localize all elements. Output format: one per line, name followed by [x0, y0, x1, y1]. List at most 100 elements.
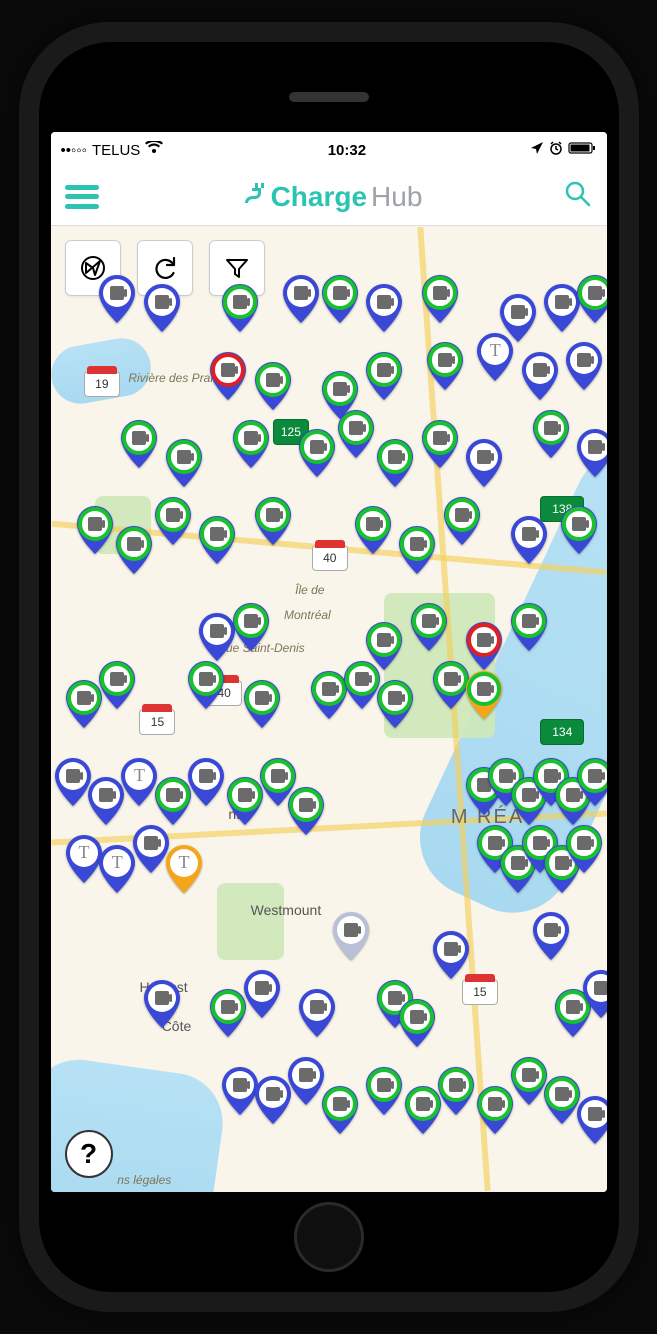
charger-pin[interactable]	[376, 980, 414, 1028]
charger-pin[interactable]	[554, 989, 592, 1037]
charger-pin[interactable]	[343, 661, 381, 709]
charger-pin[interactable]	[432, 661, 470, 709]
charger-pin[interactable]	[576, 758, 606, 806]
charger-pin[interactable]	[76, 506, 114, 554]
charger-pin[interactable]	[376, 680, 414, 728]
charger-pin[interactable]	[410, 603, 448, 651]
charger-pin[interactable]	[132, 825, 170, 873]
charger-pin[interactable]: T	[98, 845, 136, 893]
charger-pin[interactable]	[243, 680, 281, 728]
charger-pin[interactable]	[287, 787, 325, 835]
charger-pin[interactable]	[310, 671, 348, 719]
charger-pin[interactable]	[321, 1086, 359, 1134]
search-button[interactable]	[563, 179, 593, 214]
charger-pin[interactable]	[154, 497, 192, 545]
charger-pin[interactable]	[421, 420, 459, 468]
charger-pin[interactable]: T	[165, 845, 203, 893]
charger-pin[interactable]	[560, 506, 598, 554]
charger-pin[interactable]	[554, 777, 592, 825]
charger-pin[interactable]	[98, 661, 136, 709]
charger-pin[interactable]	[532, 410, 570, 458]
charger-pin[interactable]	[65, 680, 103, 728]
charger-pin[interactable]	[510, 603, 548, 651]
charger-pin[interactable]	[321, 371, 359, 419]
charger-pin[interactable]	[282, 275, 320, 323]
charger-pin[interactable]	[154, 777, 192, 825]
charger-pin[interactable]	[287, 1057, 325, 1105]
menu-button[interactable]	[65, 185, 99, 209]
charger-pin[interactable]	[254, 1076, 292, 1124]
charger-pin[interactable]: T	[120, 758, 158, 806]
charger-pin[interactable]	[254, 497, 292, 545]
charger-pin[interactable]	[254, 362, 292, 410]
map-view[interactable]: Rivière des Prairies Île de Montréal Rue…	[51, 226, 607, 1192]
charger-pin[interactable]	[576, 429, 606, 477]
charger-pin[interactable]	[532, 912, 570, 960]
charger-pin[interactable]	[365, 1067, 403, 1115]
charger-pin[interactable]	[476, 825, 514, 873]
charger-pin[interactable]	[165, 439, 203, 487]
charger-pin[interactable]	[221, 1067, 259, 1115]
charger-pin[interactable]	[198, 613, 236, 661]
charger-pin[interactable]	[198, 516, 236, 564]
charger-pin[interactable]	[332, 912, 370, 960]
charger-pin[interactable]	[87, 777, 125, 825]
charger-pin[interactable]	[337, 410, 375, 458]
charger-pin[interactable]	[543, 284, 581, 332]
charger-pin[interactable]	[376, 439, 414, 487]
charger-pin[interactable]	[298, 429, 336, 477]
charger-pin[interactable]	[465, 671, 503, 719]
charger-pin[interactable]	[565, 342, 603, 390]
charger-pin[interactable]	[398, 999, 436, 1047]
charger-pin[interactable]	[582, 970, 607, 1018]
charger-pin[interactable]	[143, 980, 181, 1028]
charger-pin[interactable]	[365, 284, 403, 332]
charger-pin[interactable]	[521, 825, 559, 873]
charger-pin[interactable]	[510, 516, 548, 564]
charger-pin[interactable]	[443, 497, 481, 545]
charger-pin[interactable]	[354, 506, 392, 554]
charger-pin[interactable]	[398, 526, 436, 574]
charger-pin[interactable]	[565, 825, 603, 873]
charger-pin[interactable]	[226, 777, 264, 825]
charger-pin[interactable]	[115, 526, 153, 574]
charger-pin[interactable]	[321, 275, 359, 323]
charger-pin[interactable]	[98, 275, 136, 323]
charger-pin[interactable]	[221, 284, 259, 332]
charger-pin[interactable]	[365, 622, 403, 670]
charger-pin[interactable]	[187, 661, 225, 709]
charger-pin[interactable]	[465, 767, 503, 815]
charger-pin[interactable]	[298, 989, 336, 1037]
charger-pin[interactable]	[432, 931, 470, 979]
charger-pin[interactable]	[426, 342, 464, 390]
charger-pin[interactable]	[437, 1067, 475, 1115]
charger-pin[interactable]	[510, 777, 548, 825]
charger-pin[interactable]	[209, 352, 247, 400]
charger-pin[interactable]	[521, 352, 559, 400]
charger-pin[interactable]	[476, 1086, 514, 1134]
charger-pin[interactable]	[543, 1076, 581, 1124]
charger-pin[interactable]	[576, 1096, 606, 1144]
charger-pin[interactable]	[120, 420, 158, 468]
charger-pin[interactable]: T	[65, 835, 103, 883]
charger-pin[interactable]	[487, 758, 525, 806]
charger-pin[interactable]	[259, 758, 297, 806]
charger-pin[interactable]	[510, 1057, 548, 1105]
charger-pin[interactable]	[209, 989, 247, 1037]
charger-pin[interactable]	[143, 284, 181, 332]
charger-pin[interactable]	[243, 970, 281, 1018]
charger-pin[interactable]	[365, 352, 403, 400]
charger-pin[interactable]	[543, 845, 581, 893]
charger-pin[interactable]	[232, 420, 270, 468]
charger-pin[interactable]	[465, 439, 503, 487]
charger-pin[interactable]	[187, 758, 225, 806]
charger-pin[interactable]	[404, 1086, 442, 1134]
charger-pin[interactable]	[421, 275, 459, 323]
charger-pin[interactable]	[576, 275, 606, 323]
charger-pin[interactable]: T	[476, 333, 514, 381]
charger-pin[interactable]	[54, 758, 92, 806]
home-button[interactable]	[294, 1202, 364, 1272]
charger-pin[interactable]	[499, 845, 537, 893]
charger-pin[interactable]	[232, 603, 270, 651]
charger-pin[interactable]	[499, 294, 537, 342]
